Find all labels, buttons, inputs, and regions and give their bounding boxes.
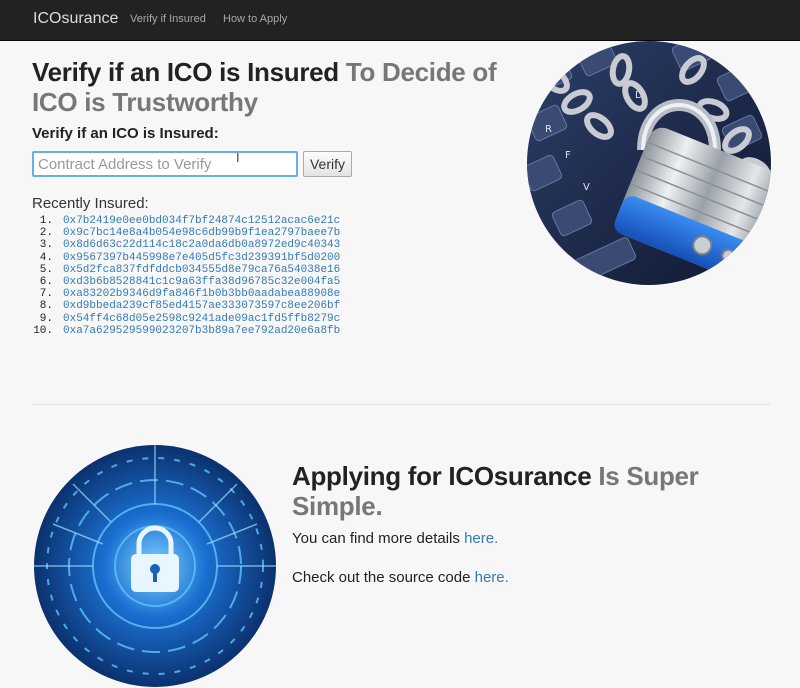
list-item-number: 6. [39,275,53,288]
details-link[interactable]: here. [464,530,498,547]
list-item-number: 5. [39,263,53,276]
source-text: Check out the source code [292,569,471,586]
svg-text:V: V [583,182,590,193]
hero-heading-strong: Verify if an ICO is Insured [32,57,339,87]
list-item-number: 3. [39,239,53,252]
list-item-number: 2. [39,227,53,240]
list-item-number: 8. [39,300,53,313]
source-paragraph: Check out the source code here. [292,569,509,586]
section-divider [32,404,770,405]
contract-address-link[interactable]: 0x9c7bc14e8a4b054e98c6db99b9f1ea2797baee… [63,227,340,239]
nav-link-how-to-apply[interactable]: How to Apply [223,13,287,25]
contract-address-link[interactable]: 0x8d6d63c22d114c18c2a0da6db0a8972ed9c403… [63,239,340,251]
list-item-number: 9. [39,312,53,325]
text-cursor-icon: I [236,150,240,165]
padlock-chained-keyboard-image: FVDR [527,41,771,285]
svg-text:F: F [565,150,571,161]
details-text: You can find more details [292,530,460,547]
verify-button[interactable]: Verify [303,151,352,177]
verify-form-label: Verify if an ICO is Insured: [32,125,219,142]
contract-address-link[interactable]: 0x9567397b445998e7e405d5fc3d239391bf5d02… [63,252,340,264]
list-item-number: 10. [33,324,53,337]
details-paragraph: You can find more details here. [292,530,498,547]
list-item-number: 7. [39,288,53,301]
navbar-brand[interactable]: ICOsurance [33,10,118,28]
nav-link-verify[interactable]: Verify if Insured [130,13,206,25]
hero-heading: Verify if an ICO is Insured To Decide of… [32,57,512,117]
contract-address-link[interactable]: 0x54ff4c68d05e2598c9241ade09ac1fd5ffb827… [63,313,340,325]
svg-text:R: R [545,124,552,135]
apply-heading-strong: Applying for ICOsurance [292,461,592,491]
list-item-number: 1. [39,215,53,227]
contract-address-input[interactable] [32,151,298,177]
contract-address-link[interactable]: 0xa7a629529599023207b3b89a7ee792ad20e6a8… [63,325,340,337]
contract-address-link[interactable]: 0xa83202b9346d9fa846f1b0b3bb0aadabea8890… [63,288,340,300]
contract-address-link[interactable]: 0xd3b6b8528841c1c9a63ffa38d96785c32e004f… [63,276,340,288]
contract-address-link[interactable]: 0x7b2419e0ee0bd034f7bf24874c12512acac6e2… [63,215,340,227]
contract-address-link[interactable]: 0xd9bbeda239cf85ed4157ae333073597c8ee206… [63,300,340,312]
recently-insured-label: Recently Insured: [32,195,149,212]
list-item-number: 4. [39,251,53,264]
digital-lock-circuit-image [34,445,276,687]
navbar: ICOsurance Verify if Insured How to Appl… [0,0,800,41]
apply-heading: Applying for ICOsurance Is Super Simple. [292,461,762,521]
contract-address-link[interactable]: 0x5d2fca837fdfddcb034555d8e79ca76a54038e… [63,264,340,276]
source-code-link[interactable]: here. [475,569,509,586]
